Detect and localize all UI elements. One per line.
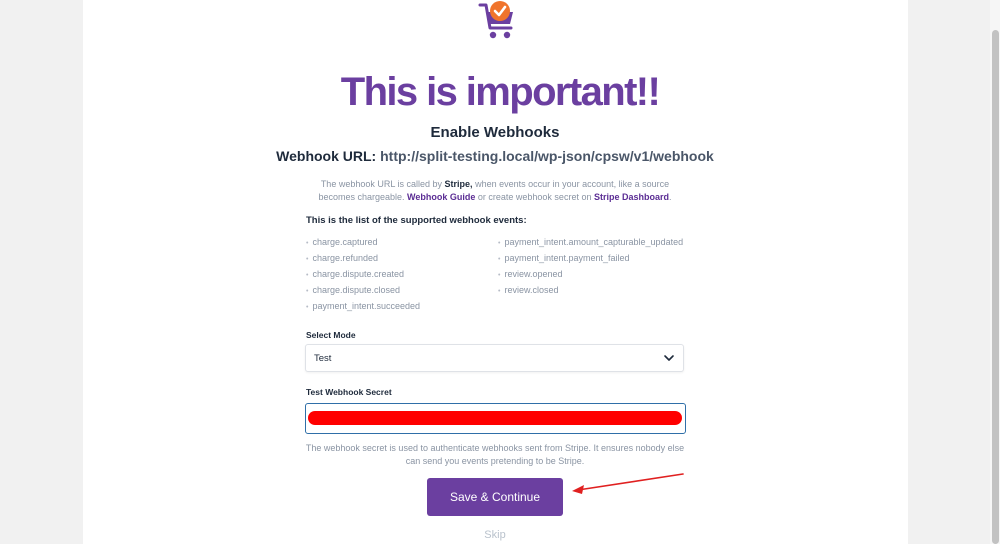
webhook-guide-link[interactable]: Webhook Guide [407,192,475,202]
events-list-left: charge.captured charge.refunded charge.d… [306,236,420,316]
event-item: charge.dispute.created [306,268,420,284]
skip-link[interactable]: Skip [470,529,520,541]
page-headline: This is important!! [340,70,661,114]
stripe-name: Stripe, [444,179,473,189]
select-mode-label: Select Mode [306,330,356,340]
event-item: payment_intent.payment_failed [498,252,683,268]
webhook-description: The webhook URL is called by Stripe, whe… [305,178,685,204]
webhook-secret-help: The webhook secret is used to authentica… [305,443,685,466]
events-list-right: payment_intent.amount_capturable_updated… [498,236,683,300]
page-subtitle: Enable Webhooks [430,124,560,141]
description-text: The webhook URL is called by [320,179,445,189]
webhook-secret-label: Test Webhook Secret [306,387,392,397]
events-heading: This is the list of the supported webhoo… [306,215,527,226]
redaction-mark [308,411,682,425]
webhook-url-line: Webhook URL: http://split-testing.local/… [0,148,990,164]
mode-select[interactable]: Test [305,344,684,372]
annotation-arrow-icon [572,473,684,494]
event-item: payment_intent.amount_capturable_updated [498,236,683,252]
cart-logo-icon [478,1,513,39]
webhook-url-value: http://split-testing.local/wp-json/cpsw/… [380,148,714,164]
event-item: payment_intent.succeeded [306,300,420,316]
save-continue-button[interactable]: Save & Continue [427,478,563,516]
event-item: charge.refunded [306,252,420,268]
event-item: review.closed [498,284,683,300]
webhook-secret-input[interactable] [305,403,686,434]
stripe-dashboard-link[interactable]: Stripe Dashboard [594,192,669,202]
chevron-down-icon [664,355,674,361]
mode-select-value: Test [314,353,332,364]
description-text: . [668,192,672,202]
description-text: or create webhook secret on [475,192,594,202]
event-item: charge.dispute.closed [306,284,420,300]
event-item: charge.captured [306,236,420,252]
event-item: review.opened [498,268,683,284]
webhook-url-label: Webhook URL: [276,148,381,164]
